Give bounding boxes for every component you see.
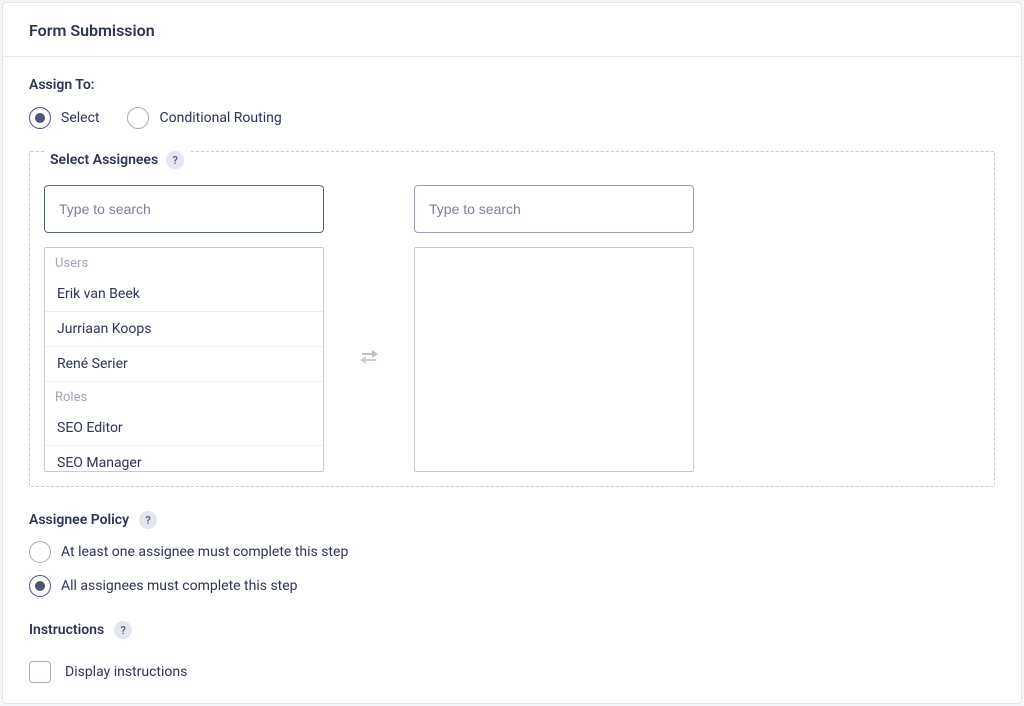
assignee-transfer: Users Erik van Beek Jurriaan Koops René … [44, 185, 980, 472]
policy-at-least-one-label: At least one assignee must complete this… [61, 544, 348, 560]
policy-all-option[interactable]: All assignees must complete this step [29, 575, 995, 597]
assign-to-options: Select Conditional Routing [29, 107, 995, 129]
help-icon[interactable]: ? [139, 511, 157, 529]
swap-icon[interactable] [358, 348, 380, 369]
assign-to-select-label: Select [61, 110, 99, 126]
radio-icon [29, 541, 51, 563]
policy-all-label: All assignees must complete this step [61, 578, 298, 594]
assignee-policy-heading: Assignee Policy ? [29, 511, 157, 529]
display-instructions-row: Display instructions [29, 661, 995, 683]
radio-icon [29, 575, 51, 597]
assign-to-label: Assign To: [29, 77, 995, 93]
list-item[interactable]: SEO Editor [45, 411, 323, 446]
transfer-controls [354, 185, 384, 472]
selected-column [414, 185, 694, 472]
help-icon[interactable]: ? [114, 621, 132, 639]
assignee-policy-label: Assignee Policy [29, 512, 129, 528]
card-title: Form Submission [29, 21, 995, 40]
instructions-heading: Instructions ? [29, 621, 132, 639]
roles-group-header: Roles [45, 382, 323, 411]
list-item[interactable]: René Serier [45, 347, 323, 382]
list-item[interactable]: SEO Manager [45, 446, 323, 472]
users-group-header: Users [45, 248, 323, 277]
policy-at-least-one-option[interactable]: At least one assignee must complete this… [29, 541, 995, 563]
radio-dot-icon [35, 113, 45, 123]
fieldset-legend: Select Assignees ? [44, 151, 190, 169]
display-instructions-checkbox[interactable] [29, 661, 51, 683]
radio-dot-icon [35, 581, 45, 591]
form-submission-card: Form Submission Assign To: Select Condit… [2, 2, 1022, 704]
available-column: Users Erik van Beek Jurriaan Koops René … [44, 185, 324, 472]
display-instructions-label: Display instructions [65, 664, 187, 680]
list-item[interactable]: Erik van Beek [45, 277, 323, 312]
assign-to-conditional-option[interactable]: Conditional Routing [127, 107, 281, 129]
list-item[interactable]: Jurriaan Koops [45, 312, 323, 347]
card-header: Form Submission [3, 3, 1021, 57]
policy-options: At least one assignee must complete this… [29, 541, 995, 597]
assign-to-conditional-label: Conditional Routing [159, 110, 281, 126]
assign-to-select-option[interactable]: Select [29, 107, 99, 129]
available-listbox[interactable]: Users Erik van Beek Jurriaan Koops René … [44, 247, 324, 472]
selected-search-input[interactable] [414, 185, 694, 233]
radio-icon [29, 107, 51, 129]
selected-listbox[interactable] [414, 247, 694, 472]
select-assignees-fieldset: Select Assignees ? Users Erik van Beek J… [29, 151, 995, 487]
available-search-input[interactable] [44, 185, 324, 233]
instructions-label: Instructions [29, 622, 104, 638]
select-assignees-label: Select Assignees [50, 152, 158, 168]
help-icon[interactable]: ? [166, 151, 184, 169]
radio-icon [127, 107, 149, 129]
card-body: Assign To: Select Conditional Routing Se… [3, 57, 1021, 703]
